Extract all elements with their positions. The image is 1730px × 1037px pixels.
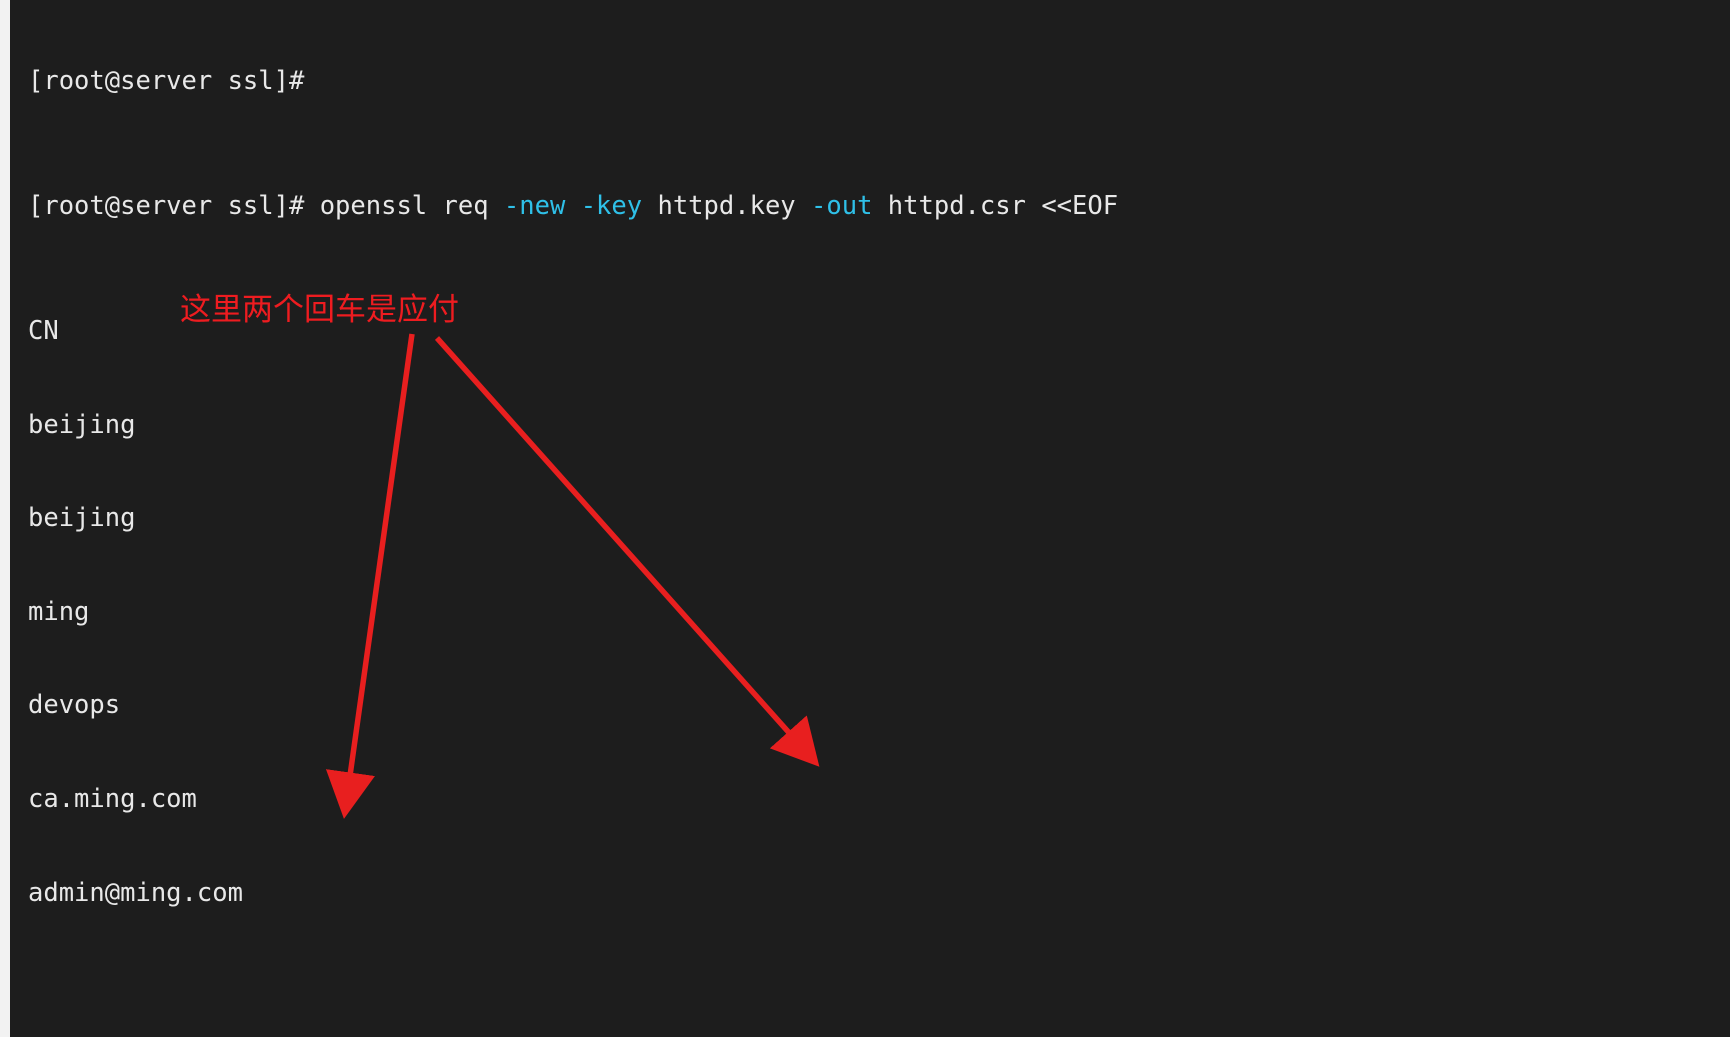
flag-out: -out xyxy=(811,191,873,222)
terminal-line-command-openssl: [root@server ssl]# openssl req -new -key… xyxy=(28,191,1730,222)
terminal-line-input-ou: devops xyxy=(28,690,121,721)
terminal-line: [root@server ssl]# xyxy=(28,66,320,97)
terminal-line-input-cn: ca.ming.com xyxy=(28,783,197,814)
flag-new: -new xyxy=(503,191,566,222)
flag-key: -key xyxy=(580,191,643,222)
keyfile-text: httpd.key xyxy=(642,191,812,222)
csrfile-text: httpd.csr <<EOF xyxy=(872,191,1119,222)
terminal-line-input-org: ming xyxy=(28,596,90,627)
terminal-screenshot: [root@server ssl]# [root@server ssl]# op… xyxy=(0,0,1730,1037)
terminal-line-input-locality: beijing xyxy=(28,503,136,534)
terminal-line-input-email: admin@ming.com xyxy=(28,877,243,908)
prompt-text: [root@server ssl]# openssl req xyxy=(28,191,504,222)
terminal-line-input-state: beijing xyxy=(28,409,136,440)
terminal-line-input-country: CN xyxy=(28,316,59,346)
terminal-window[interactable]: [root@server ssl]# [root@server ssl]# op… xyxy=(10,0,1730,1037)
